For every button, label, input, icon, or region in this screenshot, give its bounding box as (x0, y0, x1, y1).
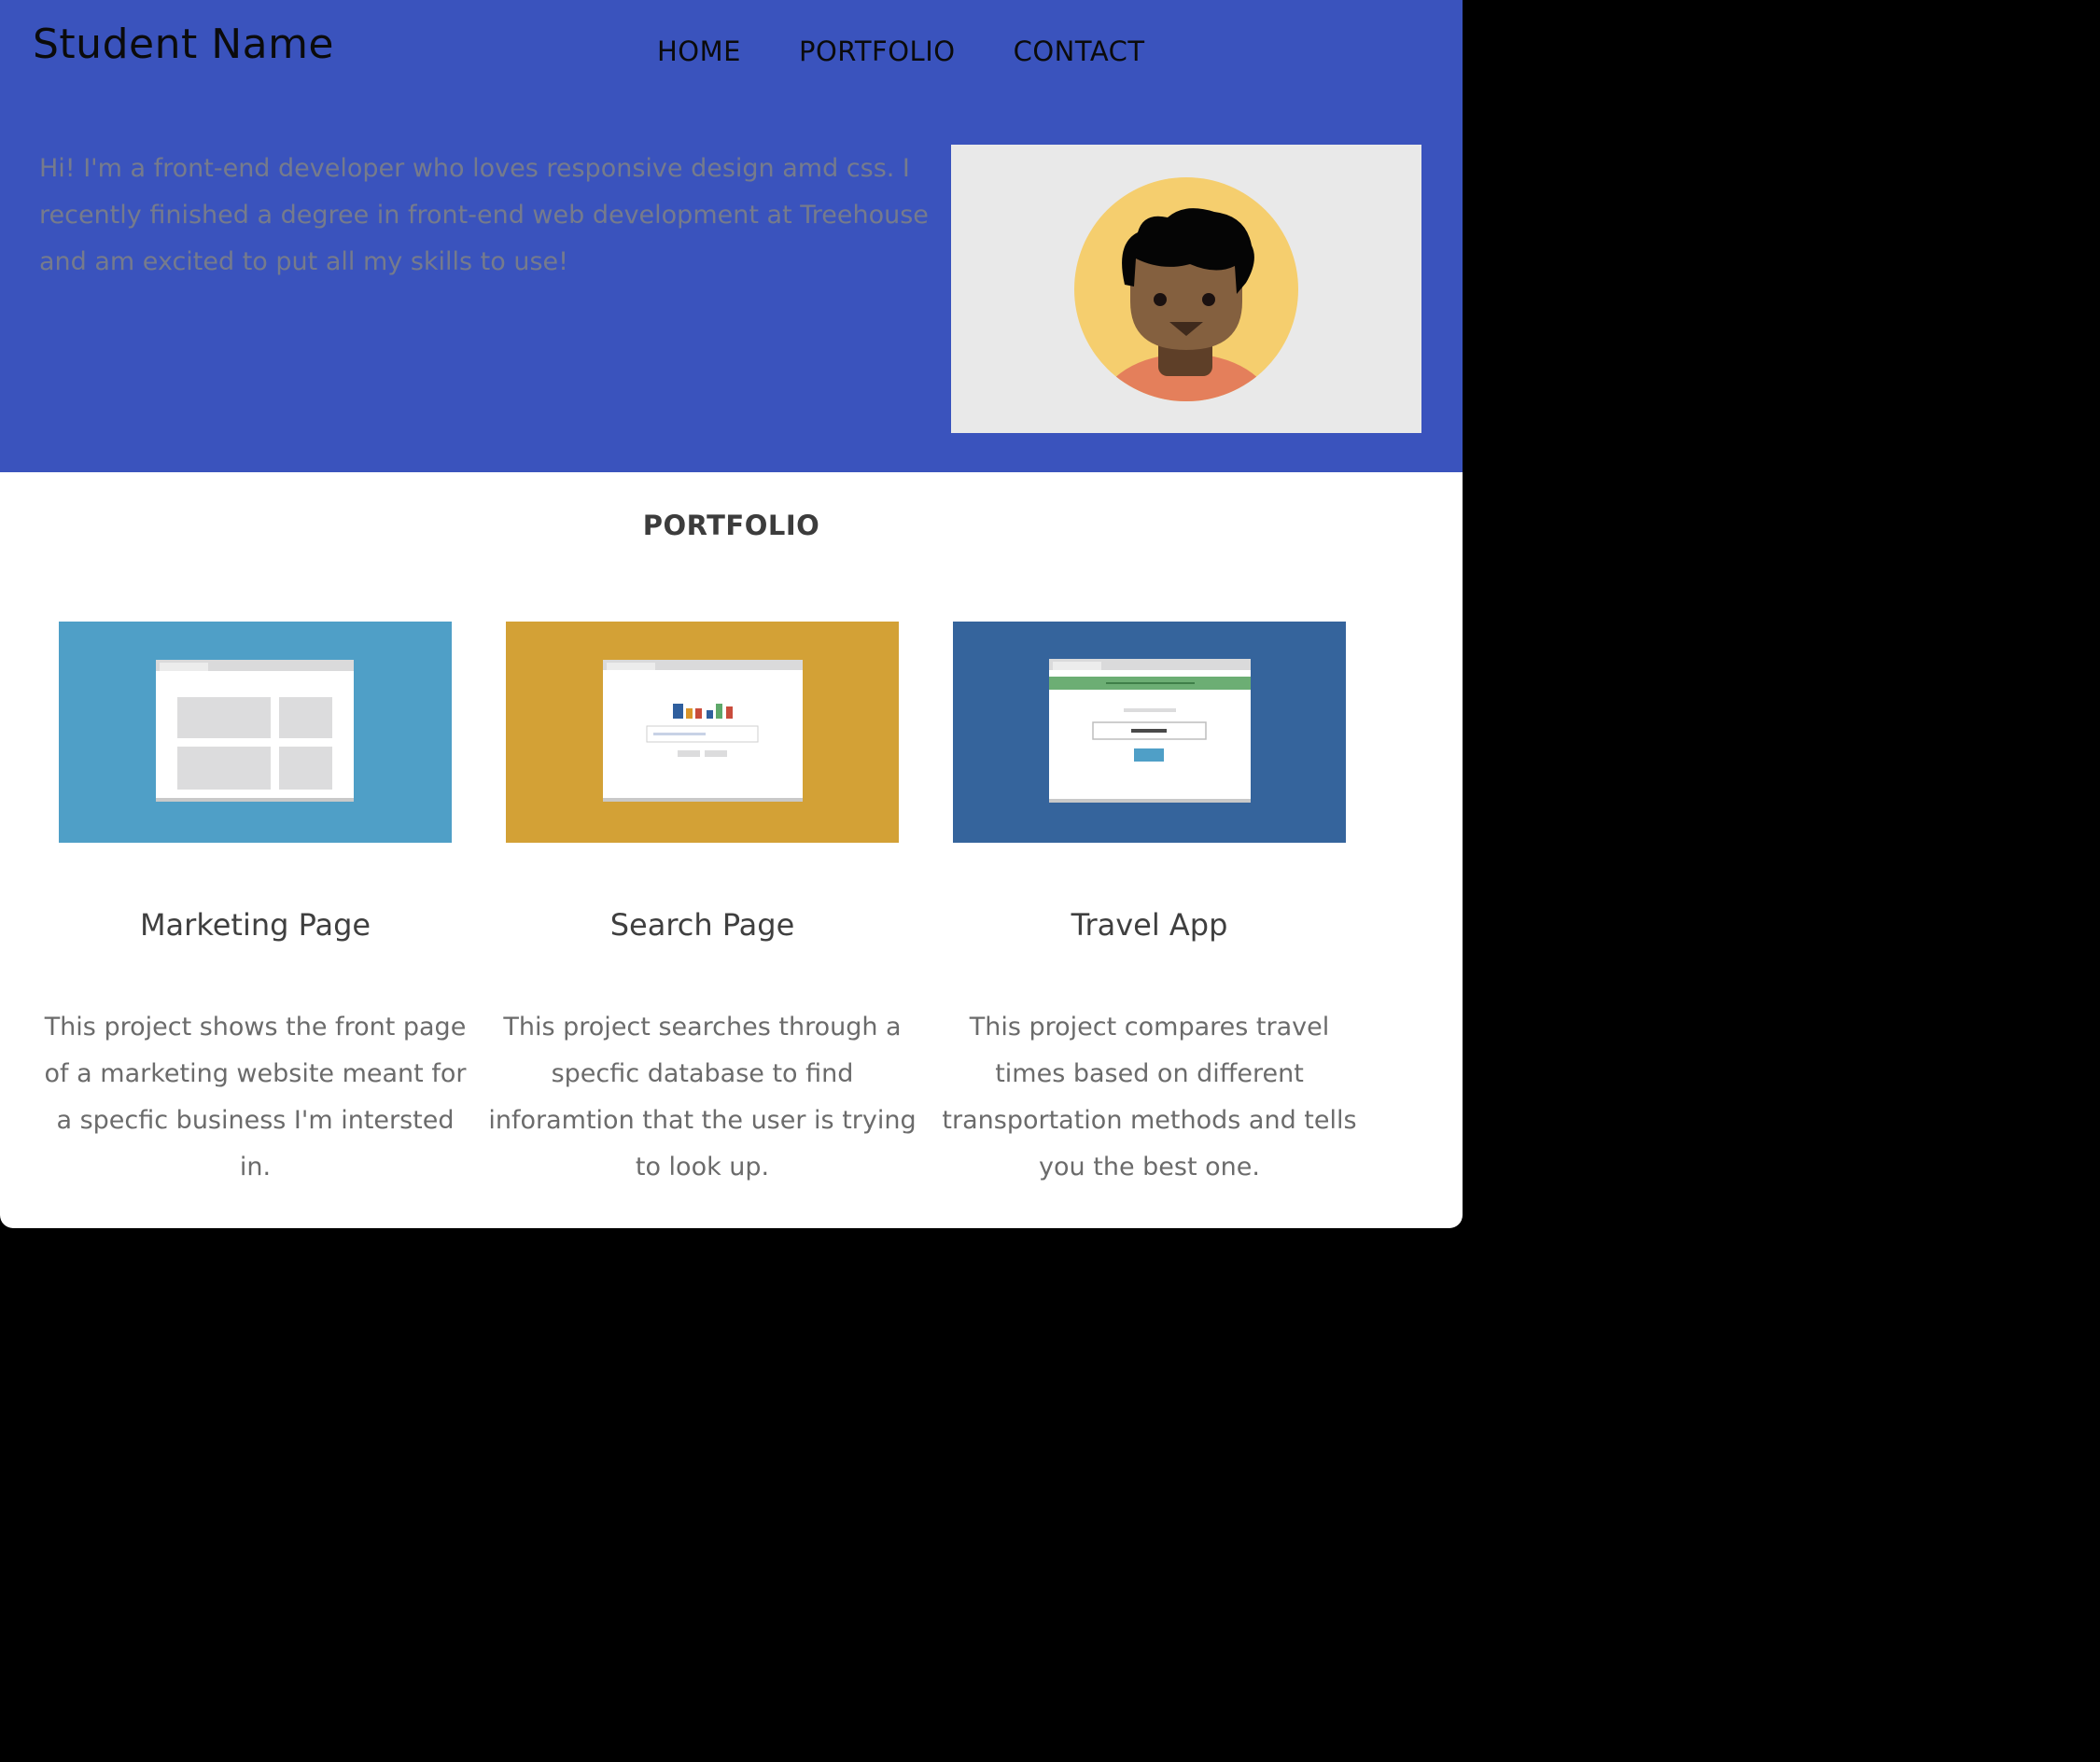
project-thumbnail[interactable] (506, 622, 899, 843)
hero-header: Student Name HOME PORTFOLIO CONTACT Hi! … (0, 0, 1463, 472)
nav-portfolio-link[interactable]: PORTFOLIO (799, 35, 956, 67)
project-title[interactable]: Marketing Page (40, 907, 470, 943)
project-description: This project shows the front page of a m… (44, 1013, 467, 1182)
project-card-travel: Travel App This project compares travel … (942, 622, 1357, 1182)
project-card-marketing: Marketing Page This project shows the fr… (45, 622, 466, 1182)
main-nav: HOME PORTFOLIO CONTACT (657, 35, 1203, 67)
intro-text: Hi! I'm a front-end developer who loves … (39, 154, 929, 276)
brand-title[interactable]: Student Name (33, 21, 334, 68)
project-card-search: Search Page This project searches throug… (488, 622, 917, 1182)
portfolio-heading: PORTFOLIO (642, 510, 820, 541)
project-title[interactable]: Travel App (934, 907, 1365, 943)
project-description: This project compares travel times based… (942, 1013, 1357, 1182)
project-title[interactable]: Search Page (487, 907, 917, 943)
page: Student Name HOME PORTFOLIO CONTACT Hi! … (0, 0, 1463, 1228)
project-thumbnail[interactable] (59, 622, 452, 843)
marketing-layout-icon (59, 622, 452, 843)
project-description: This project searches through a specfic … (488, 1013, 917, 1182)
travel-app-icon (953, 622, 1346, 843)
nav-home-link[interactable]: HOME (657, 35, 741, 67)
nav-contact-link[interactable]: CONTACT (1014, 35, 1145, 67)
avatar-frame (951, 145, 1421, 433)
person-avatar-icon (1074, 177, 1298, 401)
search-page-icon (506, 622, 899, 843)
project-thumbnail[interactable] (953, 622, 1346, 843)
